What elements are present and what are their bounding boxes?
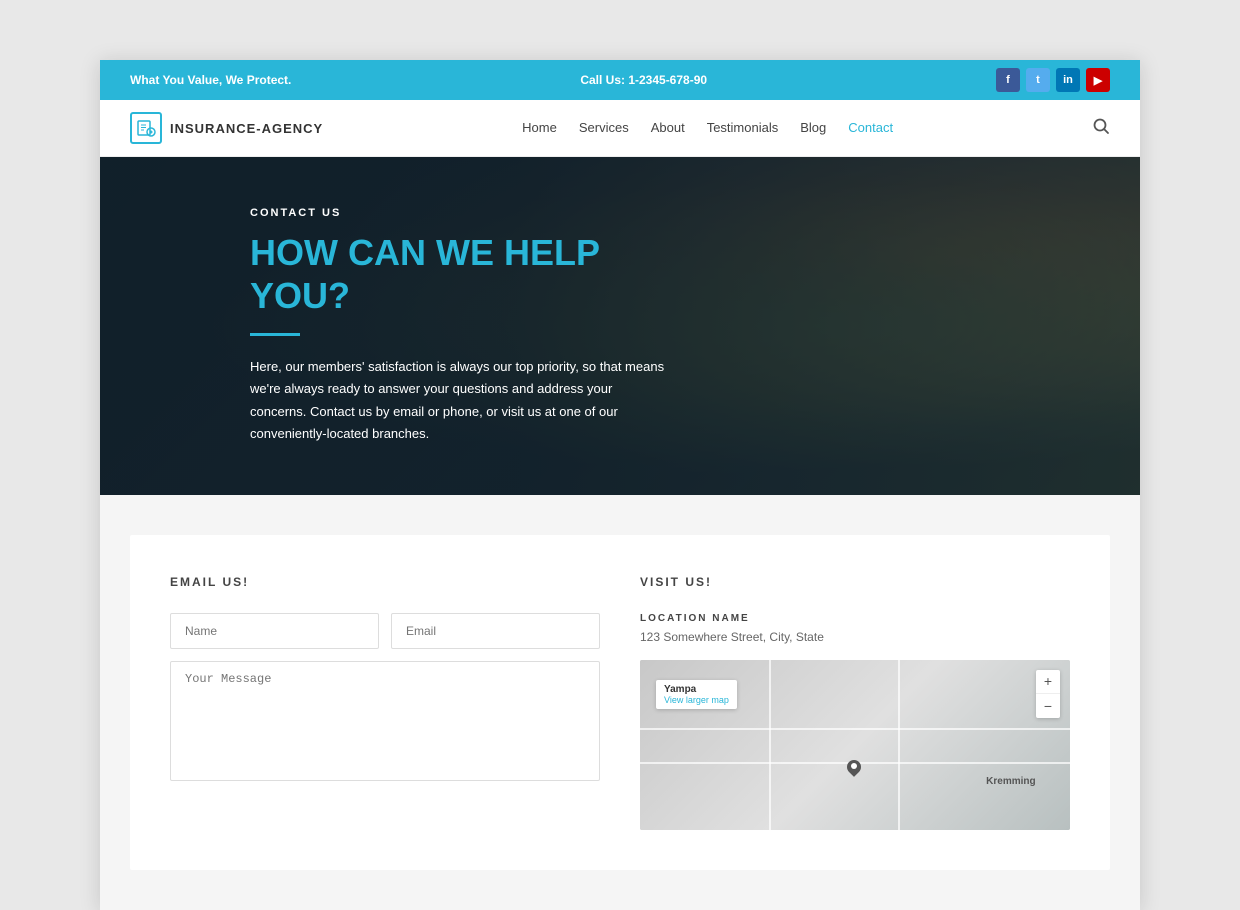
location-address: 123 Somewhere Street, City, State [640,630,1070,644]
nav-links: Home Services About Testimonials Blog Co… [522,119,893,137]
message-textarea[interactable] [170,661,600,781]
name-input[interactable] [170,613,379,649]
logo-text: INSURANCE-AGENCY [170,121,323,136]
visit-section: VISIT US! LOCATION NAME 123 Somewhere St… [640,575,1070,830]
map-pin [846,760,862,780]
map-background: Yampa Kremming Yampa View larger map + − [640,660,1070,830]
visit-section-title: VISIT US! [640,575,1070,589]
facebook-icon[interactable]: f [996,68,1020,92]
hero-title: HOW CAN WE HELP YOU? [250,231,670,317]
map-popup-town: Yampa [664,684,729,695]
content-section: EMAIL US! VISIT US! LOCATION NAME 123 So… [100,495,1140,910]
email-input[interactable] [391,613,600,649]
twitter-icon[interactable]: t [1026,68,1050,92]
nav-bar: INSURANCE-AGENCY Home Services About Tes… [100,100,1140,157]
logo[interactable]: INSURANCE-AGENCY [130,112,323,144]
page-wrapper: What You Value, We Protect. Call Us: 1-2… [100,60,1140,910]
map-road [769,660,771,830]
map-zoom-out[interactable]: − [1036,694,1060,718]
tagline: What You Value, We Protect. [130,73,291,87]
hero-divider [250,333,300,336]
nav-blog[interactable]: Blog [800,120,826,135]
map-container: Yampa Kremming Yampa View larger map + − [640,660,1070,830]
social-links: f t in ▶ [996,68,1110,92]
search-icon[interactable] [1092,117,1110,140]
top-bar: What You Value, We Protect. Call Us: 1-2… [100,60,1140,100]
nav-contact[interactable]: Contact [848,120,893,135]
youtube-icon[interactable]: ▶ [1086,68,1110,92]
form-name-email-row [170,613,600,649]
nav-services[interactable]: Services [579,120,629,135]
map-zoom-in[interactable]: + [1036,670,1060,694]
hero-label: CONTACT US [250,207,670,219]
map-road [898,660,900,830]
map-view-larger[interactable]: View larger map [664,695,729,705]
nav-about[interactable]: About [651,120,685,135]
map-town-kremming: Kremming [986,776,1035,787]
hero-description: Here, our members' satisfaction is alway… [250,356,670,444]
email-section: EMAIL US! [170,575,600,830]
nav-home[interactable]: Home [522,120,557,135]
phone: Call Us: 1-2345-678-90 [580,73,707,87]
nav-testimonials[interactable]: Testimonials [707,120,779,135]
map-popup: Yampa View larger map [656,680,737,709]
hero-section: CONTACT US HOW CAN WE HELP YOU? Here, ou… [100,157,1140,495]
map-zoom-controls: + − [1036,670,1060,718]
location-name-label: LOCATION NAME [640,613,1070,624]
hero-content: CONTACT US HOW CAN WE HELP YOU? Here, ou… [100,157,700,495]
linkedin-icon[interactable]: in [1056,68,1080,92]
map-road [640,728,1070,730]
logo-icon [130,112,162,144]
email-section-title: EMAIL US! [170,575,600,589]
